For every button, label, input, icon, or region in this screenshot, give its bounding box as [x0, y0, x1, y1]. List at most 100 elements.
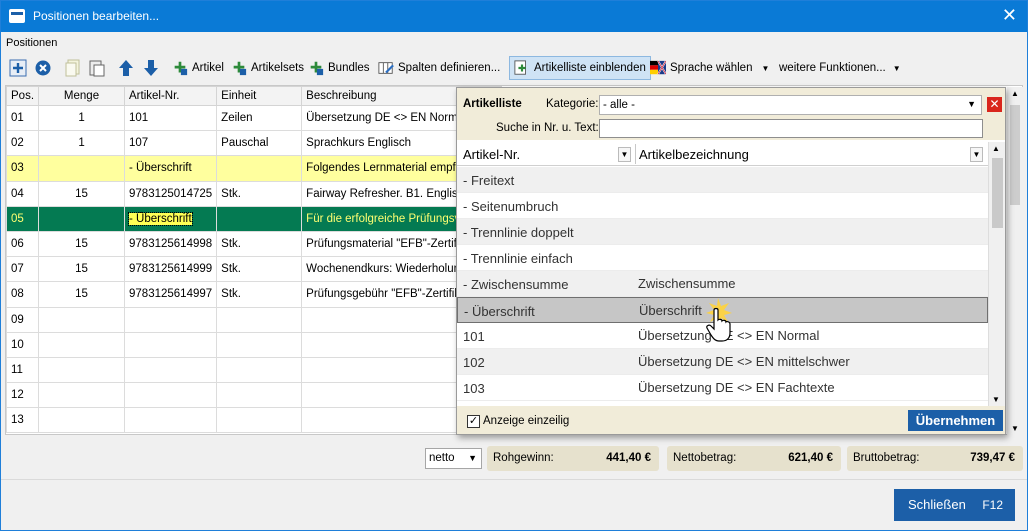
scroll-down-icon[interactable]: ▼ — [1011, 424, 1019, 433]
table-row-heading[interactable]: 03- Überschrift Folgendes Lernmaterial em… — [6, 155, 503, 182]
list-item[interactable]: - Trennlinie doppelt — [457, 219, 988, 245]
scroll-up-icon[interactable]: ▲ — [1011, 89, 1019, 98]
cell-pos[interactable]: 01 — [6, 104, 40, 132]
cell-artikel-nr[interactable] — [124, 382, 218, 409]
cell-einheit[interactable] — [216, 205, 303, 232]
cell-pos[interactable]: 11 — [6, 356, 40, 384]
list-item[interactable]: 103 Übersetzung DE <> EN Fachtexte — [457, 375, 988, 401]
cell-einheit[interactable]: Pauschal — [216, 130, 303, 157]
cell-einheit[interactable]: Stk. — [216, 180, 303, 207]
cell-menge[interactable] — [38, 155, 126, 182]
cell-menge[interactable]: 15 — [38, 180, 126, 207]
cell-artikel-nr[interactable]: 107 — [124, 130, 218, 157]
table-row[interactable]: 01 1 101 Zeilen Übersetzung DE <> EN Normal — [6, 104, 503, 132]
cell-pos[interactable]: 05 — [6, 205, 40, 232]
kategorie-select[interactable]: - alle - ▼ — [599, 95, 982, 115]
cell-einheit[interactable] — [216, 356, 303, 384]
cell-artikel-nr[interactable]: 9783125014725 — [124, 180, 218, 207]
cell-menge[interactable] — [38, 205, 126, 232]
table-row[interactable]: 12 — [6, 382, 503, 409]
cell-pos[interactable]: 09 — [6, 306, 40, 333]
col-einheit[interactable]: Einheit — [216, 86, 303, 106]
col-pos[interactable]: Pos. — [6, 86, 40, 106]
cell-menge[interactable]: 1 — [38, 104, 126, 132]
scroll-up-icon[interactable]: ▲ — [992, 144, 1000, 153]
bundles-button[interactable]: Bundles — [308, 56, 370, 80]
list-item[interactable]: - Seitenumbruch — [457, 193, 988, 219]
close-window-icon[interactable]: ✕ — [1002, 5, 1017, 25]
artikelsets-button[interactable]: Artikelsets — [231, 56, 304, 80]
cell-einheit[interactable] — [216, 382, 303, 409]
cell-artikel-nr[interactable]: 9783125614999 — [124, 256, 218, 283]
table-row[interactable]: 11 — [6, 356, 503, 384]
table-row[interactable]: 10 — [6, 331, 503, 358]
cell-pos[interactable]: 10 — [6, 331, 40, 358]
cell-pos[interactable]: 03 — [6, 155, 40, 182]
cell-menge[interactable] — [38, 331, 126, 358]
cell-einheit[interactable] — [216, 155, 303, 182]
cell-einheit[interactable]: Stk. — [216, 256, 303, 283]
close-panel-button[interactable]: ✕ — [987, 97, 1002, 112]
anzeige-einzeilig-checkbox[interactable]: ✓ — [467, 415, 480, 428]
cell-artikel-nr[interactable] — [124, 306, 218, 333]
cell-artikel-nr-editing[interactable]: - Überschrift — [124, 205, 218, 232]
cell-artikel-nr[interactable] — [124, 356, 218, 384]
list-item[interactable]: 102 Übersetzung DE <> EN mittelschwer — [457, 349, 988, 375]
cell-einheit[interactable]: Zeilen — [216, 104, 303, 132]
delete-row-button[interactable] — [34, 56, 52, 80]
schliessen-button[interactable]: Schließen F12 — [894, 489, 1015, 521]
netto-brutto-select[interactable]: netto ▼ — [425, 448, 482, 469]
col-artikel-nr[interactable]: Artikel-Nr. — [124, 86, 218, 106]
copy-button[interactable] — [65, 56, 81, 80]
menu-positionen[interactable]: Positionen — [6, 37, 57, 49]
cell-menge[interactable]: 15 — [38, 230, 126, 258]
cell-artikel-nr[interactable] — [124, 331, 218, 358]
table-row[interactable]: 08 15 9783125614997 Stk. Prüfungsgebühr "EFB… — [6, 281, 503, 308]
table-row[interactable]: 06 15 9783125614998 Stk. Prüfungsmaterial "E… — [6, 230, 503, 258]
scroll-down-icon[interactable]: ▼ — [992, 395, 1000, 404]
table-row[interactable]: 09 — [6, 306, 503, 333]
col-artikelbezeichnung-header[interactable]: Artikelbezeichnung — [639, 147, 749, 162]
grid-vertical-scrollbar[interactable]: ▲ ▼ — [1007, 87, 1023, 435]
cell-pos[interactable]: 07 — [6, 256, 40, 283]
cell-artikel-nr[interactable]: 101 — [124, 104, 218, 132]
artikel-button[interactable]: Artikel — [172, 56, 224, 80]
cell-menge[interactable] — [38, 407, 126, 434]
list-item[interactable]: - Zwischensumme Zwischensumme — [457, 271, 988, 297]
suche-input[interactable] — [599, 119, 983, 138]
table-row[interactable]: 04 15 9783125014725 Stk. Fairway Refresher. … — [6, 180, 503, 207]
weitere-funktionen-dropdown[interactable]: weitere Funktionen... ▼ — [779, 56, 901, 80]
list-item[interactable]: - Trennlinie einfach — [457, 245, 988, 271]
cell-pos[interactable]: 13 — [6, 407, 40, 434]
paste-button[interactable] — [89, 56, 105, 80]
cell-artikel-nr[interactable]: 9783125614997 — [124, 281, 218, 308]
sprache-waehlen-dropdown[interactable]: Sprache wählen ▼ — [650, 56, 769, 80]
editing-text[interactable]: - Überschrift — [128, 211, 193, 226]
filter-dropdown-icon[interactable]: ▼ — [970, 147, 983, 162]
cell-einheit[interactable] — [216, 306, 303, 333]
cell-menge[interactable] — [38, 382, 126, 409]
uebernehmen-button[interactable]: Übernehmen — [908, 410, 1003, 431]
add-row-button[interactable] — [9, 56, 27, 80]
cell-menge[interactable]: 15 — [38, 281, 126, 308]
artikelliste-einblenden-button[interactable]: Artikelliste einblenden — [509, 56, 651, 80]
move-down-button[interactable] — [143, 56, 159, 80]
table-row[interactable]: 07 15 9783125614999 Stk. Wochenendkurs: Wied… — [6, 256, 503, 283]
cell-pos[interactable]: 02 — [6, 130, 40, 157]
cell-einheit[interactable] — [216, 407, 303, 434]
cell-menge[interactable] — [38, 356, 126, 384]
cell-artikel-nr[interactable]: - Überschrift — [124, 155, 218, 182]
cell-einheit[interactable]: Stk. — [216, 281, 303, 308]
cell-pos[interactable]: 04 — [6, 180, 40, 207]
cell-menge[interactable] — [38, 306, 126, 333]
cell-einheit[interactable]: Stk. — [216, 230, 303, 258]
table-row-selected[interactable]: 05- Überschrift Für die erfolgreiche Prüf… — [6, 205, 503, 232]
cell-pos[interactable]: 12 — [6, 382, 40, 409]
cell-menge[interactable]: 1 — [38, 130, 126, 157]
col-artikel-nr-header[interactable]: Artikel-Nr. — [463, 147, 520, 162]
table-row[interactable]: 02 1 107 Pauschal Sprachkurs Englisch — [6, 130, 503, 157]
artikelliste-scrollbar[interactable]: ▲ ▼ — [988, 142, 1005, 406]
cell-artikel-nr[interactable]: 9783125614998 — [124, 230, 218, 258]
cell-pos[interactable]: 08 — [6, 281, 40, 308]
cell-artikel-nr[interactable] — [124, 407, 218, 434]
